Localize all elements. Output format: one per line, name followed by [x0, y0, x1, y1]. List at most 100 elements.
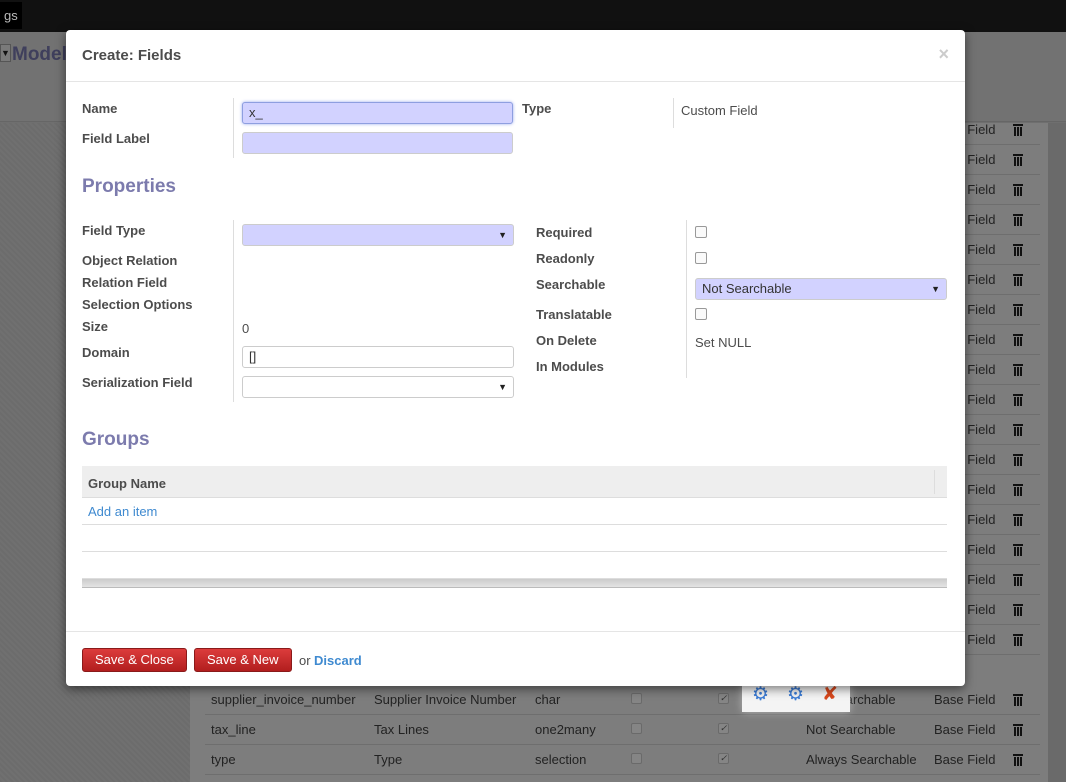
field-type: char: [535, 692, 561, 707]
searchable-label: Searchable: [536, 277, 606, 292]
required-checkbox: [631, 723, 642, 734]
trash-icon[interactable]: [1013, 573, 1023, 586]
field-kind: Base Field: [934, 722, 996, 737]
close-icon[interactable]: ×: [938, 44, 949, 65]
type-label: Type: [522, 101, 552, 116]
trash-icon[interactable]: [1013, 303, 1023, 316]
field-label: Supplier Invoice Number: [374, 692, 517, 707]
save-close-button[interactable]: Save & Close: [82, 648, 187, 672]
field-label-input[interactable]: [242, 132, 513, 154]
size-value: 0: [242, 321, 250, 336]
field-type: one2many: [535, 722, 596, 737]
trash-icon[interactable]: [1013, 243, 1023, 256]
trash-icon[interactable]: [1013, 333, 1023, 346]
field-type-select[interactable]: ▼: [242, 224, 514, 246]
on-delete-value: Set NULL: [695, 335, 752, 350]
table-header: Group Name: [82, 466, 947, 498]
searchable-value: Not Searchable: [806, 722, 896, 737]
required-checkbox[interactable]: [695, 226, 707, 238]
serialization-field-select[interactable]: ▼: [242, 376, 514, 398]
dropdown-caret-icon[interactable]: ▼: [0, 44, 11, 62]
name-label: Name: [82, 101, 118, 116]
required-checkbox: [631, 693, 642, 704]
dialog-header: Create: Fields ×: [66, 30, 965, 82]
readonly-checkbox: ✓: [718, 753, 729, 764]
table-row: tax_line Tax Lines one2many ✓ Not Search…: [205, 715, 1040, 745]
name-input[interactable]: x_: [242, 102, 513, 124]
translatable-checkbox[interactable]: [695, 308, 707, 320]
trash-icon[interactable]: [1013, 603, 1023, 616]
required-label: Required: [536, 225, 593, 240]
readonly-checkbox[interactable]: [695, 252, 707, 264]
top-menu-item[interactable]: gs: [0, 2, 22, 29]
gear-icon[interactable]: ⚙: [752, 685, 769, 705]
domain-input[interactable]: []: [242, 346, 514, 368]
required-checkbox: [631, 753, 642, 764]
groups-table: Group Name Add an item: [82, 466, 947, 588]
readonly-checkbox: ✓: [718, 693, 729, 704]
trash-icon[interactable]: [1013, 723, 1023, 736]
group-name-header[interactable]: Group Name: [88, 476, 166, 491]
trash-icon[interactable]: [1013, 693, 1023, 706]
groups-heading: Groups: [82, 429, 150, 450]
trash-icon[interactable]: [1013, 273, 1023, 286]
save-new-button[interactable]: Save & New: [194, 648, 292, 672]
in-modules-label: In Modules: [536, 359, 604, 374]
readonly-checkbox: ✓: [718, 723, 729, 734]
field-label-label: Field Label: [82, 131, 150, 146]
divider: [686, 220, 687, 378]
table-row: [82, 552, 947, 579]
serialization-field-label: Serialization Field: [82, 375, 193, 390]
tools-icon[interactable]: ✘: [822, 685, 838, 705]
readonly-label: Readonly: [536, 251, 595, 266]
trash-icon[interactable]: [1013, 513, 1023, 526]
trash-icon[interactable]: [1013, 213, 1023, 226]
relation-field-label: Relation Field: [82, 275, 168, 290]
trash-icon[interactable]: [1013, 543, 1023, 556]
table-footer: [82, 579, 947, 588]
searchable-value: Not Searchable: [702, 281, 792, 296]
add-item-link[interactable]: Add an item: [88, 504, 157, 519]
field-kind: Base Field: [934, 692, 996, 707]
trash-icon[interactable]: [1013, 753, 1023, 766]
object-relation-label: Object Relation: [82, 253, 178, 268]
top-bar: gs: [0, 0, 1066, 32]
discard-link[interactable]: Discard: [314, 653, 362, 668]
table-row: type Type selection ✓ Always Searchable …: [205, 745, 1040, 775]
table-row: [82, 525, 947, 552]
field-type: selection: [535, 752, 587, 767]
field-name: type: [211, 752, 236, 767]
trash-icon[interactable]: [1013, 453, 1023, 466]
field-label: Type: [374, 752, 403, 767]
translatable-label: Translatable: [536, 307, 612, 322]
trash-icon[interactable]: [1013, 393, 1023, 406]
trash-icon[interactable]: [1013, 633, 1023, 646]
trash-icon[interactable]: [1013, 153, 1023, 166]
dropdown-arrow-icon: ▼: [498, 382, 507, 392]
trash-icon[interactable]: [1013, 363, 1023, 376]
divider: [233, 98, 234, 158]
divider: [673, 98, 674, 128]
type-value: Custom Field: [681, 103, 758, 118]
field-name: supplier_invoice_number: [211, 692, 356, 707]
gear-icon[interactable]: ⚙: [787, 685, 804, 705]
background-scroll-area: [1048, 123, 1066, 782]
trash-icon[interactable]: [1013, 423, 1023, 436]
divider: [233, 220, 234, 402]
field-type-label: Field Type: [82, 223, 146, 238]
dialog-footer: Save & Close Save & New or Discard: [66, 631, 965, 686]
trash-icon[interactable]: [1013, 183, 1023, 196]
dropdown-arrow-icon: ▼: [498, 230, 507, 240]
or-text: or: [299, 653, 311, 668]
size-label: Size: [82, 319, 109, 334]
field-name: tax_line: [211, 722, 256, 737]
searchable-select[interactable]: Not Searchable ▼: [695, 278, 947, 300]
searchable-value: Always Searchable: [806, 752, 917, 767]
trash-icon[interactable]: [1013, 483, 1023, 496]
table-row: supplier_invoice_number Supplier Invoice…: [205, 685, 1040, 715]
selection-options-label: Selection Options: [82, 297, 193, 312]
trash-icon[interactable]: [1013, 123, 1023, 136]
on-delete-label: On Delete: [536, 333, 597, 348]
dialog-title: Create: Fields: [82, 47, 182, 64]
field-label: Tax Lines: [374, 722, 429, 737]
